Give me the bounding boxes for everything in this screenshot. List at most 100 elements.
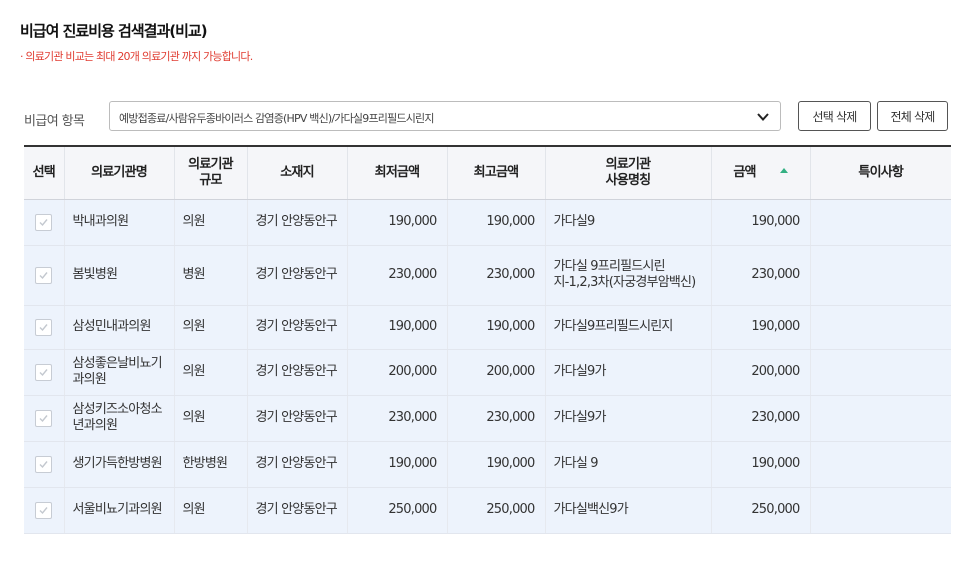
select-cell (24, 487, 64, 534)
check-icon (39, 323, 48, 331)
price: 190,000 (710, 199, 810, 246)
min-price: 250,000 (346, 487, 447, 534)
min-price: 200,000 (346, 349, 447, 396)
hospital-name: 봄빛병원 (63, 245, 174, 306)
row-checkbox[interactable] (35, 266, 53, 284)
price: 200,000 (710, 349, 810, 396)
hospital-size: 병원 (173, 245, 247, 306)
table-row: 삼성키즈소아청소년과의원 의원 경기 안양동안구 230,000 230,000 가다실9… (24, 395, 951, 442)
min-price: 230,000 (346, 395, 447, 442)
hospital-location: 경기 안양동안구 (246, 199, 347, 246)
hospital-location: 경기 안양동안구 (246, 305, 347, 350)
hospital-name: 삼성민내과의원 (63, 305, 174, 350)
max-price: 190,000 (446, 199, 545, 246)
table-row: 생기가득한방병원 한방병원 경기 안양동안구 190,000 190,000 가다실 91… (24, 441, 951, 488)
max-price: 190,000 (446, 305, 545, 350)
header-note: 특이사항 (809, 146, 951, 200)
max-price: 250,000 (446, 487, 545, 534)
max-price: 230,000 (446, 245, 545, 306)
usage-name: 가다실 9프리필드시린지-1,2,3차(자궁경부암백신) (544, 245, 711, 306)
usage-name: 가다실9 (544, 199, 711, 246)
check-icon (39, 218, 48, 226)
select-cell (24, 349, 64, 396)
header-min-price: 최저금액 (346, 146, 447, 200)
min-price: 190,000 (346, 305, 447, 350)
check-icon (39, 414, 48, 422)
price: 230,000 (710, 245, 810, 306)
header-location: 소재지 (246, 146, 347, 200)
check-icon (39, 368, 48, 376)
note (809, 199, 951, 246)
table-header-row: 선택 의료기관명 의료기관 규모 소재지 최저금액 최고금액 의료기관 사용명칭 금액 특이사항 (24, 146, 951, 200)
price: 250,000 (710, 487, 810, 534)
usage-name: 가다실9가 (544, 395, 711, 442)
check-icon (39, 460, 48, 468)
hospital-name: 삼성키즈소아청소년과의원 (63, 395, 174, 442)
header-max-price: 최고금액 (446, 146, 545, 200)
row-checkbox[interactable] (35, 455, 53, 473)
header-price[interactable]: 금액 (710, 146, 810, 200)
price: 190,000 (710, 441, 810, 488)
hospital-name: 삼성좋은날비뇨기과의원 (63, 349, 174, 396)
page-title: 비급여 진료비용 검색결과(비교) (20, 22, 208, 40)
check-icon (39, 506, 48, 514)
min-price: 230,000 (346, 245, 447, 306)
hospital-size: 의원 (173, 487, 247, 534)
note (809, 487, 951, 534)
select-cell (24, 441, 64, 488)
check-icon (39, 271, 48, 279)
usage-name: 가다실 9 (544, 441, 711, 488)
hospital-location: 경기 안양동안구 (246, 245, 347, 306)
delete-selected-button[interactable]: 선택 삭제 (798, 101, 871, 131)
header-select: 선택 (24, 146, 64, 200)
note (809, 395, 951, 442)
row-checkbox[interactable] (35, 501, 53, 519)
header-usage-name: 의료기관 사용명칭 (544, 146, 711, 200)
note (809, 441, 951, 488)
max-price: 200,000 (446, 349, 545, 396)
hospital-size: 의원 (173, 349, 247, 396)
hospital-size: 의원 (173, 305, 247, 350)
table-row: 삼성좋은날비뇨기과의원 의원 경기 안양동안구 200,000 200,000 가다실9가… (24, 349, 951, 396)
hospital-location: 경기 안양동안구 (246, 349, 347, 396)
chevron-down-icon (757, 113, 769, 121)
select-cell (24, 305, 64, 350)
max-price: 230,000 (446, 395, 545, 442)
hospital-name: 서울비뇨기과의원 (63, 487, 174, 534)
row-checkbox[interactable] (35, 213, 53, 231)
note (809, 245, 951, 306)
max-price: 190,000 (446, 441, 545, 488)
hospital-name: 생기가득한방병원 (63, 441, 174, 488)
hospital-location: 경기 안양동안구 (246, 395, 347, 442)
select-cell (24, 199, 64, 246)
item-select-value: 예방접종료/사람유두종바이러스 감염증(HPV 백신)/가다실9프리필드시린지 (119, 112, 435, 125)
select-cell (24, 245, 64, 306)
hospital-size: 한방병원 (173, 441, 247, 488)
usage-name: 가다실백신9가 (544, 487, 711, 534)
min-price: 190,000 (346, 441, 447, 488)
table-row: 삼성민내과의원 의원 경기 안양동안구 190,000 190,000 가다실9프리필드시… (24, 305, 951, 350)
hospital-size: 의원 (173, 395, 247, 442)
table-row: 서울비뇨기과의원 의원 경기 안양동안구 250,000 250,000 가다실백신9가 2… (24, 487, 951, 534)
usage-name: 가다실9프리필드시린지 (544, 305, 711, 350)
usage-name: 가다실9가 (544, 349, 711, 396)
row-checkbox[interactable] (35, 318, 53, 336)
hospital-location: 경기 안양동안구 (246, 487, 347, 534)
header-name: 의료기관명 (63, 146, 174, 200)
hospital-location: 경기 안양동안구 (246, 441, 347, 488)
hospital-name: 박내과의원 (63, 199, 174, 246)
header-size: 의료기관 규모 (173, 146, 247, 200)
row-checkbox[interactable] (35, 363, 53, 381)
delete-all-button[interactable]: 전체 삭제 (877, 101, 948, 131)
results-table: 선택 의료기관명 의료기관 규모 소재지 최저금액 최고금액 의료기관 사용명칭 금액 특이사항… (24, 145, 951, 534)
select-cell (24, 395, 64, 442)
sort-asc-icon[interactable] (779, 167, 788, 173)
filter-label: 비급여 항목 (24, 114, 85, 129)
row-checkbox[interactable] (35, 409, 53, 427)
price: 230,000 (710, 395, 810, 442)
min-price: 190,000 (346, 199, 447, 246)
table-row: 박내과의원 의원 경기 안양동안구 190,000 190,000 가다실9 190,000 (24, 199, 951, 246)
item-select[interactable]: 예방접종료/사람유두종바이러스 감염증(HPV 백신)/가다실9프리필드시린지 (109, 101, 781, 131)
table-row: 봄빛병원 병원 경기 안양동안구 230,000 230,000 가다실 9프리필드시린지… (24, 245, 951, 306)
note (809, 349, 951, 396)
